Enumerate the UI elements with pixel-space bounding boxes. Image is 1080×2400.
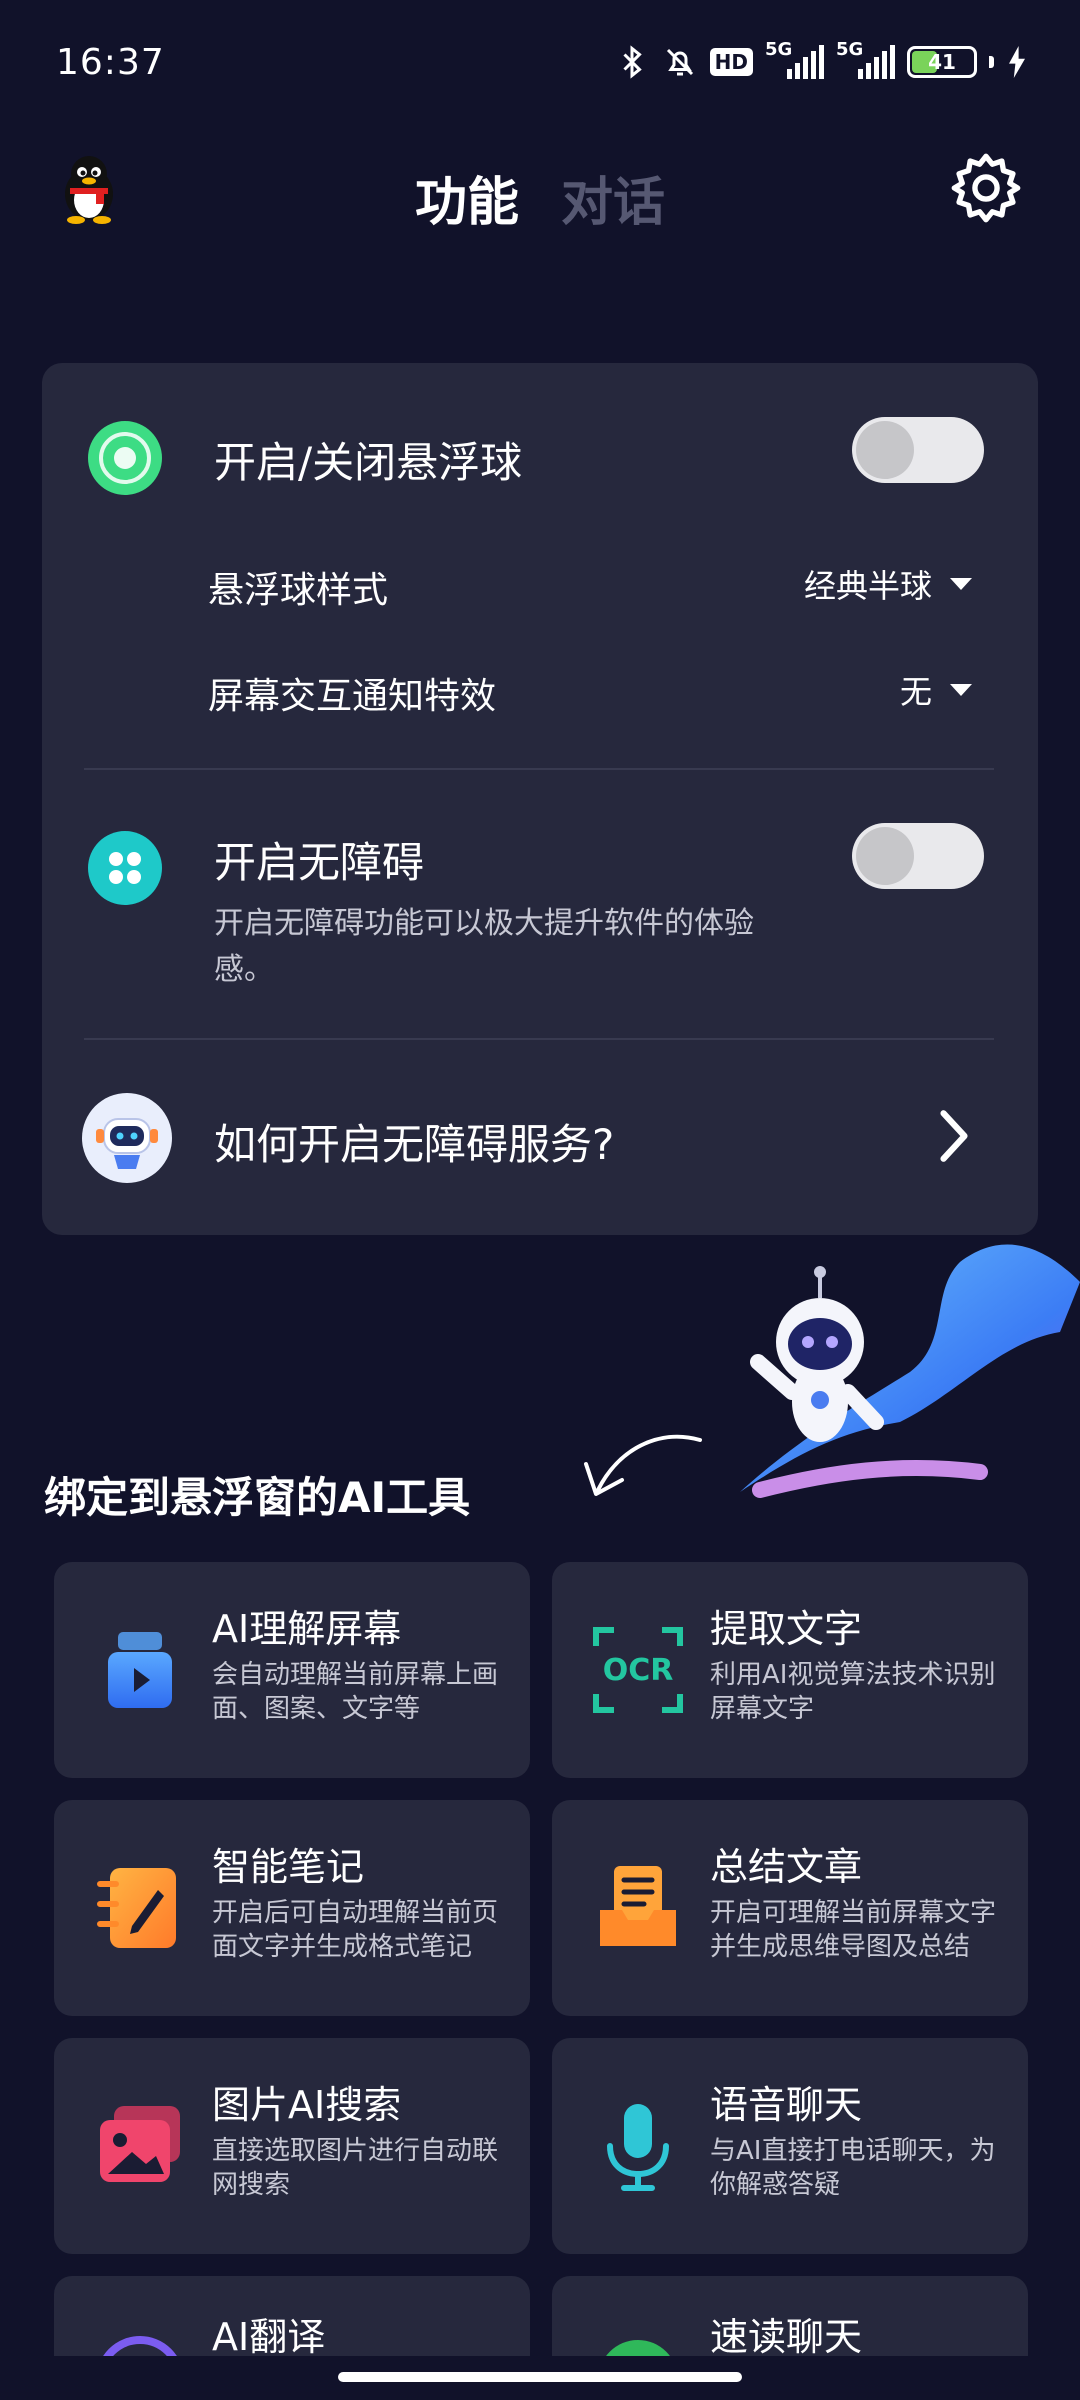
dropdown-value: 无 [899,673,932,711]
accessibility-title: 开启无障碍 [214,838,425,887]
home-indicator[interactable] [338,2372,742,2382]
accessibility-toggle[interactable] [852,823,984,889]
tool-title: 智能笔记 [212,1845,365,1889]
floating-ball-style-dropdown[interactable]: 经典半球 [804,561,972,607]
ocr-icon-text: OCR [603,1653,674,1688]
curved-arrow-icon [584,1434,702,1496]
notification-effect-dropdown[interactable]: 无 [900,667,972,713]
tool-title: 提取文字 [710,1607,863,1651]
gear-icon[interactable] [948,150,1024,226]
bluetooth-icon [623,45,642,79]
floating-ball-icon [88,421,162,495]
notification-effect-label: 屏幕交互通知特效 [208,676,497,717]
hd-badge: HD [709,48,753,76]
toggle-knob [856,421,914,479]
description-line: 开启无障碍功能可以极大提升软件的体验 [214,906,754,941]
network-type-label: 5G [765,39,793,60]
robot-assistant-icon [82,1093,172,1183]
chevron-down-icon [950,684,972,696]
tool-description: 与AI直接打电话聊天，为你解惑答疑 [710,2136,996,2200]
floating-ball-style-label: 悬浮球样式 [208,570,389,611]
settings-card: 开启/关闭悬浮球 悬浮球样式 经典半球 屏幕交互通知特效 无 开启无障碍 开启无… [42,363,1038,1235]
tool-card-ai-screen[interactable]: AI理解屏幕 会自动理解当前屏幕上画面、图案、文字等 [54,1562,530,1778]
image-search-icon [100,2106,180,2182]
divider [84,768,994,770]
tab-features[interactable]: 功能 [415,160,519,235]
document-tray-icon [600,1866,676,1946]
mute-bell-icon [666,48,693,76]
battery-indicator: 41 [907,46,977,78]
tool-title: 总结文章 [710,1845,863,1889]
divider [84,1038,994,1040]
header-tabs: 功能 对话 [0,160,1080,235]
description-line: 感。 [214,952,274,987]
tool-card-summarize-article[interactable]: 总结文章 开启可理解当前屏幕文字并生成思维导图及总结 [552,1800,1028,2016]
notebook-pen-icon [97,1868,176,1948]
ai-tools-section-title: 绑定到悬浮窗的AI工具 [44,1473,471,1522]
chevron-down-icon [950,578,972,590]
tool-description: 开启后可自动理解当前页面文字并生成格式笔记 [212,1898,499,1962]
tool-description: 直接选取图片进行自动联网搜索 [212,2136,499,2200]
battery-tip [989,56,994,68]
app-header: 功能 对话 [0,130,1080,250]
tool-title: 速读聊天 [710,2315,863,2359]
battery-level: 41 [928,50,956,74]
dropdown-value: 经典半球 [803,567,932,605]
signal-strength-1: 5G [765,39,824,79]
charging-icon [1009,46,1025,78]
tool-description: 利用AI视觉算法技术识别屏幕文字 [710,1660,996,1724]
tool-title: 图片AI搜索 [212,2083,402,2127]
network-type-label: 5G [836,39,864,60]
tool-description: 开启可理解当前屏幕文字并生成思维导图及总结 [710,1898,997,1962]
tool-title: 语音聊天 [710,2083,863,2127]
accessibility-description: 开启无障碍功能可以极大提升软件的体验 感。 [214,901,754,993]
tool-card-voice-chat[interactable]: 语音聊天 与AI直接打电话聊天，为你解惑答疑 [552,2038,1028,2254]
signal-strength-2: 5G [836,39,895,79]
tool-title: AI翻译 [212,2315,326,2359]
accessibility-icon [88,831,162,905]
tool-title: AI理解屏幕 [212,1607,402,1651]
toggle-knob [856,827,914,885]
ocr-icon: OCR [593,1627,683,1713]
status-bar: 16:37 HD 5G 5G 41 [0,0,1080,130]
chevron-right-icon[interactable] [936,1108,972,1164]
floating-ball-toggle[interactable] [852,417,984,483]
status-time: 16:37 [56,42,165,83]
tab-chat[interactable]: 对话 [561,160,665,235]
tool-description: 会自动理解当前屏幕上画面、图案、文字等 [212,1660,499,1724]
help-title[interactable]: 如何开启无障碍服务? [214,1111,614,1172]
astronaut-mascot-illustration [740,1244,1080,1498]
floating-ball-title: 开启/关闭悬浮球 [214,438,523,487]
app-screen: 16:37 HD 5G 5G 41 功能 对话 开启/关闭悬浮球 悬浮球样式 经… [0,0,1080,2400]
screen-play-icon [108,1632,172,1708]
tool-card-image-ai-search[interactable]: 图片AI搜索 直接选取图片进行自动联网搜索 [54,2038,530,2254]
tool-card-extract-text[interactable]: OCR 提取文字 利用AI视觉算法技术识别屏幕文字 [552,1562,1028,1778]
microphone-icon [607,2104,669,2191]
status-icons: HD 5G 5G 41 [614,39,1028,80]
tool-card-smart-notes[interactable]: 智能笔记 开启后可自动理解当前页面文字并生成格式笔记 [54,1800,530,2016]
